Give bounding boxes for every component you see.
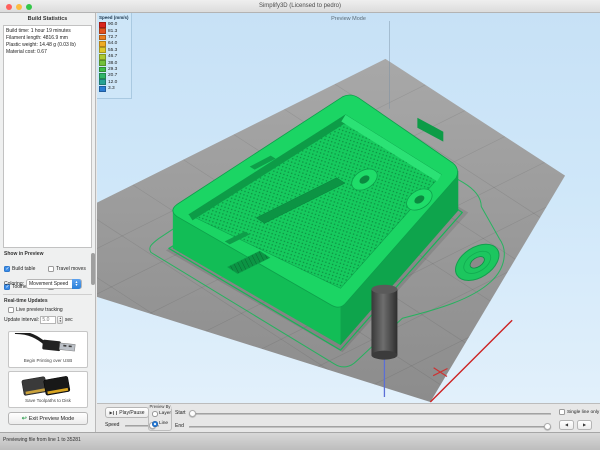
checkbox-live-preview-tracking[interactable]: Live preview tracking [8,307,92,313]
checkbox-label: Live preview tracking [16,307,63,313]
update-interval-unit: sec [65,317,73,323]
radio-line[interactable]: Line [152,421,168,427]
checkbox-travel-moves[interactable]: Travel moves [48,266,92,272]
preview-by-group: Preview By Layer Line [148,405,172,431]
legend-swatch [99,41,106,47]
preview-checkboxes: Build tableTravel movesToolheadRetractio… [4,259,94,295]
legend-swatch [99,79,106,85]
usb-print-caption: Begin Printing over USB [9,358,87,363]
dropdown-arrows-icon: ▲▼ [72,279,81,289]
legend-swatch [99,86,106,92]
usb-print-button[interactable]: Begin Printing over USB [8,331,88,368]
step-forward-button[interactable]: ▶ [577,420,592,430]
play-pause-label: Play/Pause [119,410,144,416]
radio-layer[interactable]: Layer [152,411,171,417]
speed-slider-label: Speed [105,422,119,428]
checkbox-box[interactable] [48,266,54,272]
left-panel: Build Statistics Build time: 1 hour 19 m… [0,13,96,432]
status-text: Previewing file from line 1 to 35281 [3,437,81,443]
divider [3,294,92,295]
checkbox-build-table[interactable]: Build table [4,266,48,272]
scene-canvas [97,13,600,403]
preview-control-bar: ▶❙❙ Play/Pause Speed Preview By Layer Li… [97,403,600,432]
stat-filament-length: Filament length: 4816.9 mm [6,35,89,42]
legend-swatch [99,67,106,73]
coloring-label: Coloring: [4,281,24,287]
legend-swatch [99,22,106,28]
step-back-button[interactable]: ◀ [559,420,574,430]
window-title: Simplify3D (Licensed to pedro) [0,3,600,9]
end-slider-knob[interactable] [544,423,551,430]
step-back-icon: ◀ [565,422,568,427]
step-forward-icon: ▶ [583,422,586,427]
interval-stepper-icon[interactable]: ▲▼ [57,316,63,324]
play-pause-button[interactable]: ▶❙❙ Play/Pause [105,407,149,418]
radio-label: Line [159,421,168,426]
radio-dot[interactable] [152,411,158,417]
coloring-dropdown[interactable]: Movement Speed ▲▼ [26,279,82,289]
stat-plastic-weight: Plastic weight: 14.48 g (0.03 lb) [6,42,89,49]
preview-mode-label: Preview Mode [97,16,600,22]
single-line-label: Single line only [567,410,599,415]
exit-preview-button[interactable]: ↩ Exit Preview Mode [8,412,88,425]
single-line-checkbox[interactable]: Single line only [559,409,599,415]
usb-plug-icon [9,332,87,358]
build-statistics-box: Build time: 1 hour 19 minutes Filament l… [3,25,92,248]
coloring-row: Coloring: Movement Speed ▲▼ [4,279,82,289]
title-bar[interactable]: Simplify3D (Licensed to pedro) [0,0,600,13]
start-slider-track[interactable] [189,413,551,416]
simplify3d-window: Simplify3D (Licensed to pedro) Build Sta… [0,0,600,450]
checkbox-label: Build table [12,266,35,272]
legend-swatch [99,28,106,34]
start-slider-knob[interactable] [189,410,196,417]
exit-preview-label: Exit Preview Mode [29,416,75,422]
checkbox-box[interactable] [8,307,14,313]
preview-3d-viewport[interactable]: Preview Mode Speed (mm/s) 90.0 81.3 72.7… [97,13,600,403]
legend-swatch [99,54,106,60]
show-in-preview-label: Show in Preview [4,251,43,257]
preview-by-label: Preview By [149,404,172,409]
update-interval-row: Update interval: ▲▼ sec [4,316,73,324]
checkbox-box[interactable] [559,409,565,415]
update-interval-input[interactable] [40,316,56,324]
legend-swatch [99,47,106,53]
start-slider-label: Start [175,410,186,416]
build-statistics-title: Build Statistics [0,16,95,22]
legend-swatch [99,60,106,66]
speed-legend-title: Speed (mm/s) [99,15,131,20]
end-slider-label: End [175,423,184,429]
exit-arrow-icon: ↩ [22,415,27,422]
radio-dot[interactable] [152,421,158,427]
status-bar: Previewing file from line 1 to 35281 [0,432,600,450]
legend-swatch [99,73,106,79]
radio-label: Layer [159,411,171,416]
speed-legend: Speed (mm/s) 90.0 81.3 72.7 64.0 55.3 46… [97,13,132,99]
end-slider-track[interactable] [189,426,551,429]
sd-card-icon [9,372,87,398]
update-interval-label: Update interval: [4,317,39,323]
checkbox-box[interactable] [4,266,10,272]
save-toolpaths-button[interactable]: Save Toolpaths to Disk [8,371,88,408]
stat-material-cost: Material cost: 0.67 [6,49,89,56]
coloring-value: Movement Speed [29,281,68,287]
stat-build-time: Build time: 1 hour 19 minutes [6,28,89,35]
realtime-updates-label: Real-time Updates [4,298,48,304]
save-toolpaths-caption: Save Toolpaths to Disk [9,398,87,403]
play-pause-icon: ▶❙❙ [109,410,117,415]
legend-entry: 3.3 [99,85,131,91]
legend-swatch [99,35,106,41]
checkbox-label: Travel moves [56,266,86,272]
